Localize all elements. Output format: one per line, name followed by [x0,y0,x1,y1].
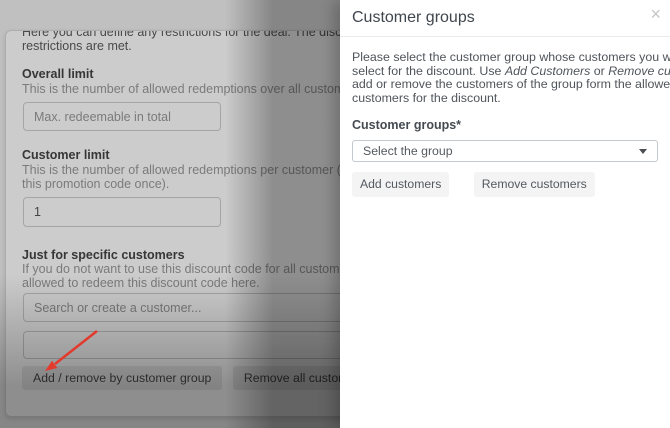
add-customers-button[interactable]: Add customers [352,172,449,197]
chevron-down-icon [639,149,647,154]
modal-header: Customer groups × [340,0,670,37]
modal-body: Please select the customer group whose c… [340,37,670,197]
remove-customers-button[interactable]: Remove customers [474,172,595,197]
modal-description-line: add or remove the customers of the group… [352,78,658,92]
modal-buttons-row: Add customers Remove customers [352,172,658,197]
modal-description-line: customers for the discount. [352,92,658,106]
modal-description-line: Please select the customer group whose c… [352,51,658,65]
screen: Here you can define any restrictions for… [0,0,670,428]
specific-customers-heading: Just for specific customers [22,248,185,262]
customer-limit-input[interactable] [23,197,221,227]
max-redeemable-input[interactable] [23,102,221,131]
customer-group-select[interactable]: Select the group [352,140,658,162]
close-icon[interactable]: × [650,5,661,23]
add-remove-by-group-button[interactable]: Add / remove by customer group [22,366,222,390]
modal-title: Customer groups [352,9,658,27]
customer-buttons-row: Add / remove by customer group Remove al… [22,366,377,390]
overall-limit-heading: Overall limit [22,67,94,81]
modal-description-line: select for the discount. Use Add Custome… [352,65,658,79]
customer-limit-heading: Customer limit [22,148,110,162]
select-value: Select the group [363,144,453,158]
customer-groups-modal: Customer groups × Please select the cust… [340,0,670,428]
customer-groups-label: Customer groups* [352,118,658,132]
overall-limit-description: This is the number of allowed redemption… [22,82,365,96]
